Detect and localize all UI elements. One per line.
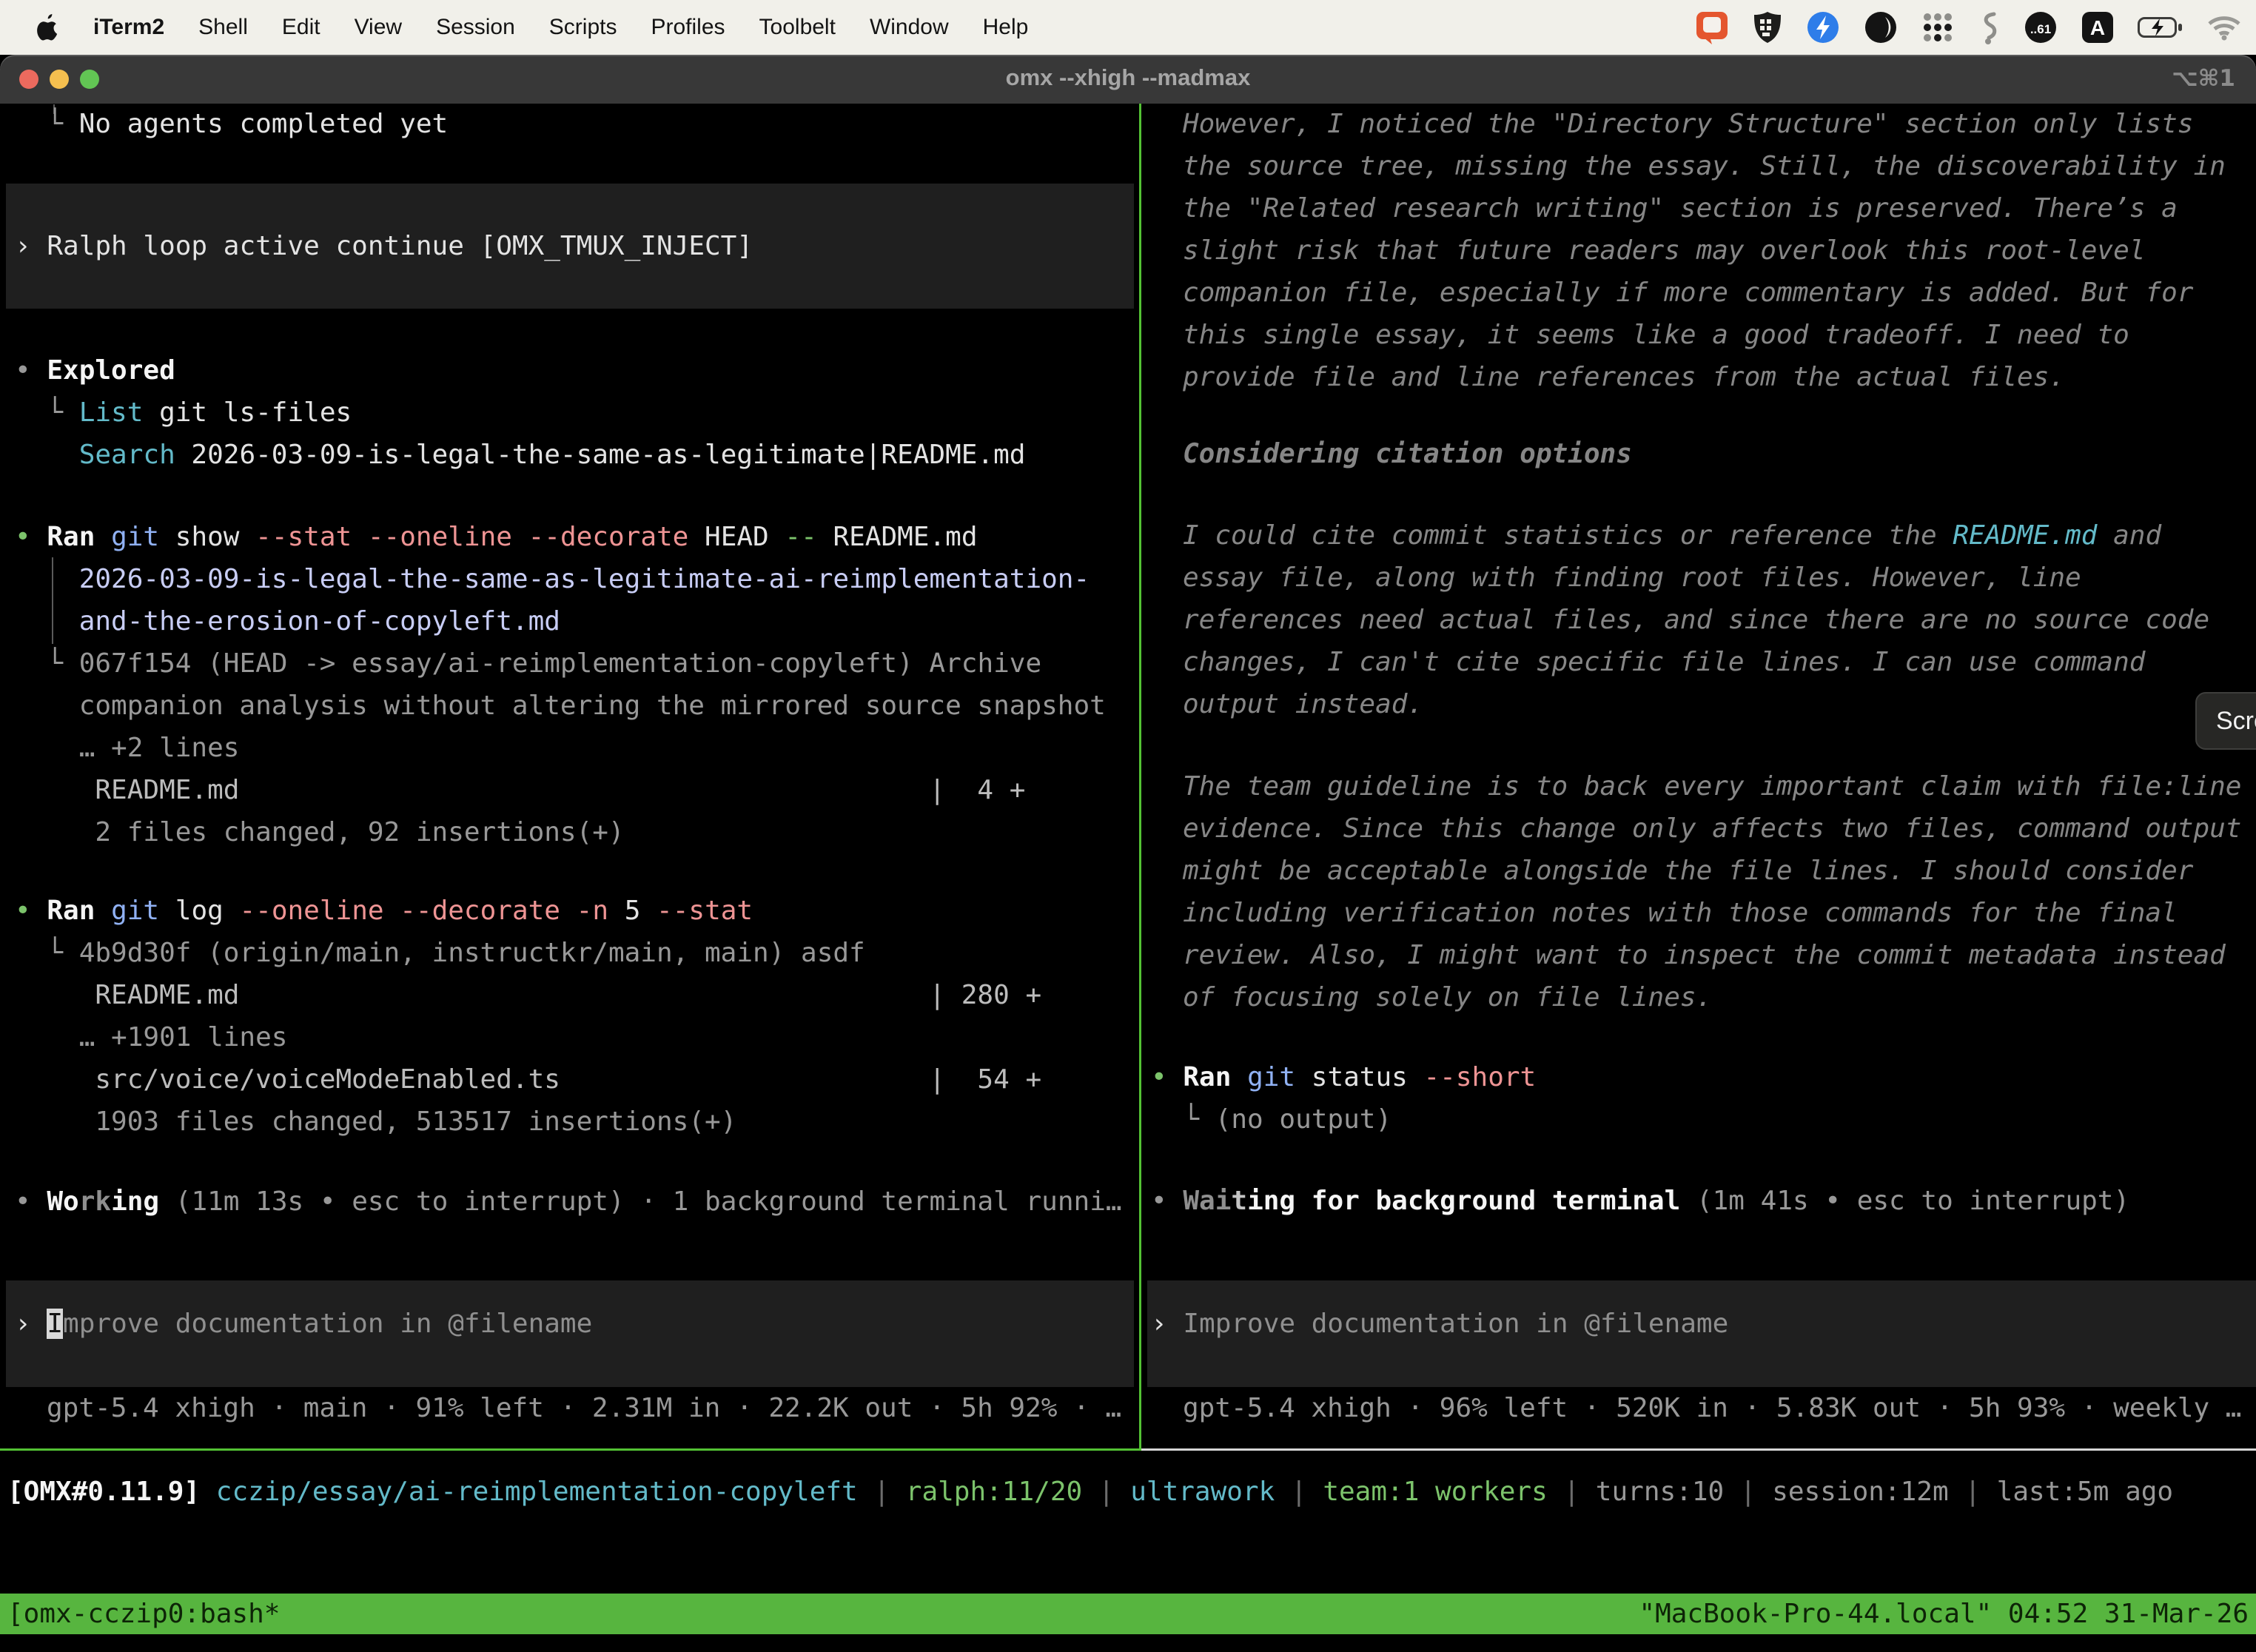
tooltip-text: Scre (2216, 707, 2256, 736)
tmux-session-label: [omx-cczip0:bash* (7, 1599, 280, 1629)
screen-overlay-tooltip: Scre (2195, 692, 2256, 750)
omx-status-line: [OMX#0.11.9] cczip/essay/ai-reimplementa… (7, 1471, 2173, 1513)
omx-status-bar: [OMX#0.11.9] cczip/essay/ai-reimplementa… (0, 0, 2256, 1652)
tmux-status-bar: [omx-cczip0:bash* "MacBook-Pro-44.local"… (0, 1594, 2256, 1634)
tmux-host-clock: "MacBook-Pro-44.local" 04:52 31-Mar-26 (1639, 1599, 2249, 1629)
screen: iTerm2 ShellEditViewSessionScriptsProfil… (0, 0, 2256, 1652)
